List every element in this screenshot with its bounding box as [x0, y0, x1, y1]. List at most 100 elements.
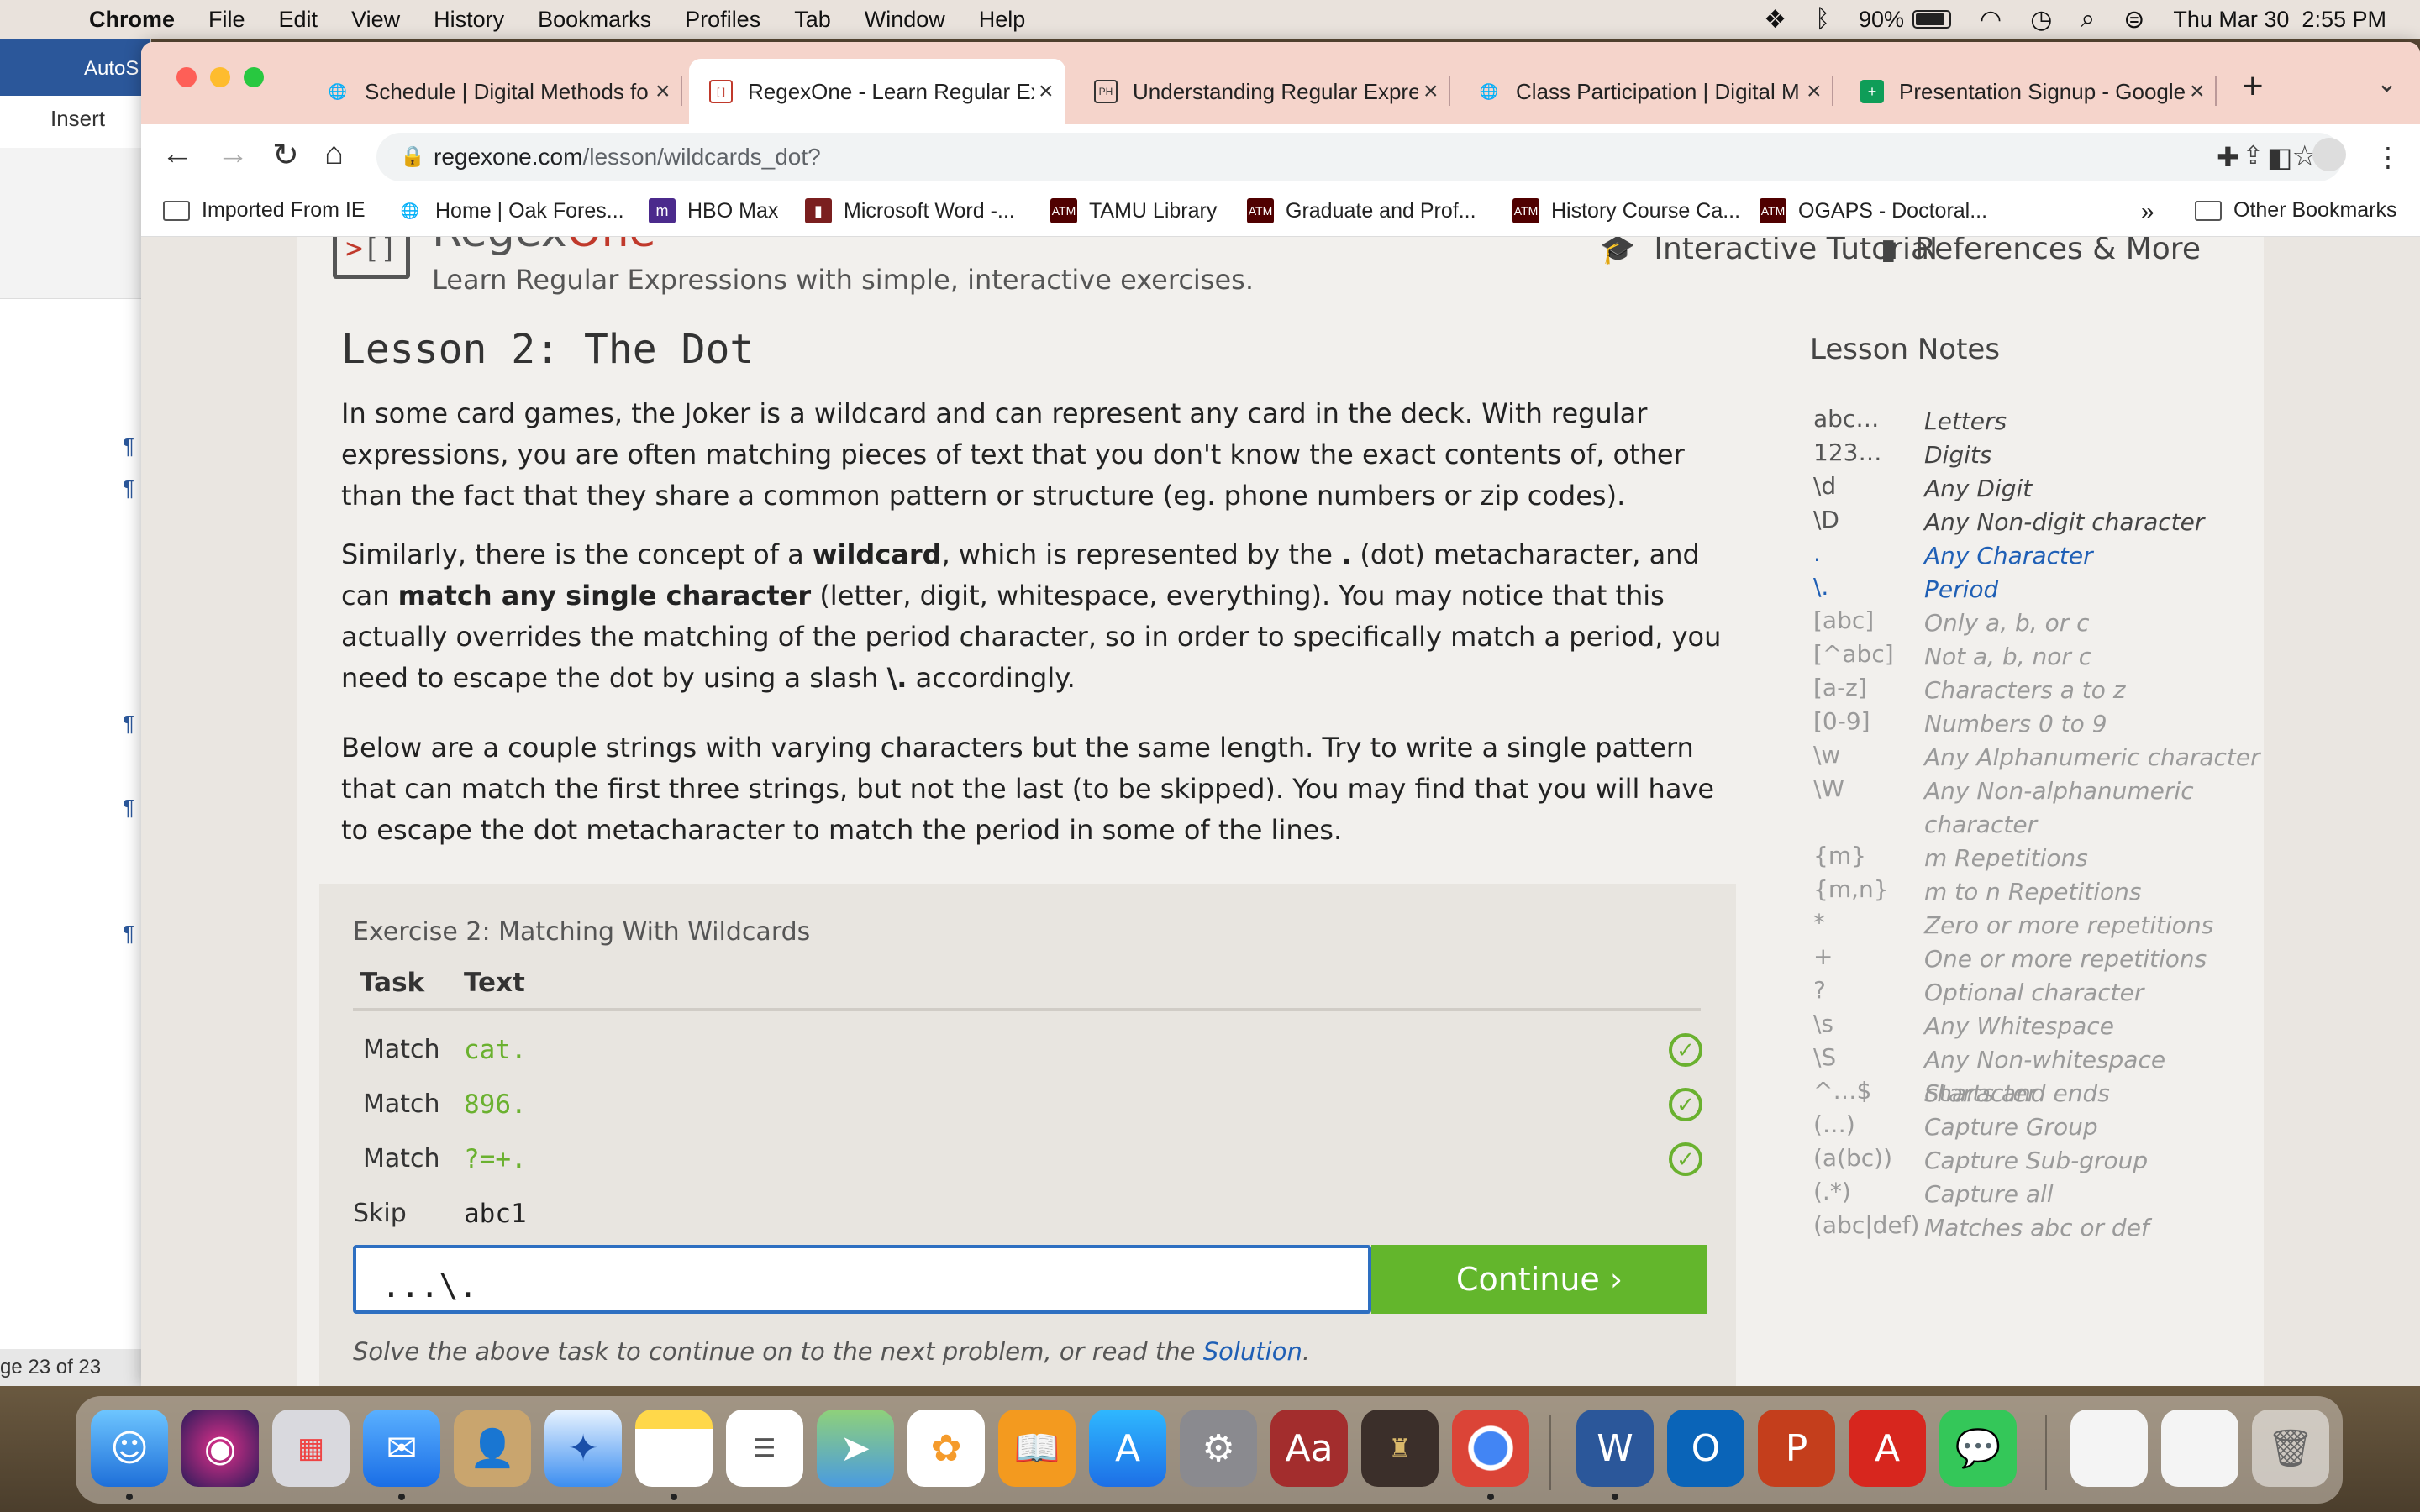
time-machine-icon[interactable]: ◷: [2030, 5, 2052, 34]
lesson-note-key: \s: [1813, 1010, 1834, 1037]
battery-status[interactable]: 90%: [1859, 7, 1952, 33]
powerpoint-icon[interactable]: P: [1758, 1410, 1835, 1487]
continue-button[interactable]: Continue ›: [1371, 1245, 1707, 1314]
bookmark-label: HBO Max: [687, 198, 779, 223]
forward-arrow-icon[interactable]: →: [217, 136, 249, 172]
bookmark-imported-from-ie[interactable]: Imported From IE: [163, 198, 366, 223]
dropbox-icon[interactable]: ❖: [1764, 5, 1786, 34]
close-tab-icon[interactable]: ×: [655, 77, 671, 106]
bookmark-other-bookmarks[interactable]: Other Bookmarks: [2195, 198, 2397, 223]
wifi-icon[interactable]: ◠: [1980, 5, 2002, 34]
chrome-menu-icon[interactable]: ⋮: [2375, 141, 2402, 173]
lock-icon[interactable]: 🔒: [400, 144, 425, 169]
home-icon[interactable]: ⌂: [324, 136, 344, 172]
tamu-icon: ATM: [1247, 198, 1274, 223]
tab-understanding-regex[interactable]: PH Understanding Regular Expre ×: [1074, 59, 1447, 124]
tab-presentation-signup[interactable]: + Presentation Signup - Google ×: [1840, 59, 2213, 124]
nav-label: References & More: [1914, 237, 2201, 266]
app-store-icon[interactable]: A: [1089, 1410, 1166, 1487]
messages-icon[interactable]: 💬: [1939, 1410, 2017, 1487]
tab-search-chevron-icon[interactable]: ⌄: [2376, 69, 2397, 98]
system-preferences-icon[interactable]: ⚙: [1180, 1410, 1257, 1487]
check-icon: ✓: [1669, 1033, 1702, 1067]
menu-view[interactable]: View: [351, 7, 400, 33]
minimize-window-button[interactable]: [210, 67, 230, 87]
bookmark-ogaps-doctoral[interactable]: ATM OGAPS - Doctoral...: [1760, 198, 1987, 223]
profile-avatar[interactable]: [2312, 138, 2346, 171]
lesson-note-key: \D: [1813, 506, 1839, 533]
regexone-page: >[] RegexOne Learn Regular Expressions w…: [297, 237, 2264, 1386]
menu-bookmarks[interactable]: Bookmarks: [538, 7, 651, 33]
menu-window[interactable]: Window: [865, 7, 945, 33]
contacts-icon[interactable]: 👤: [454, 1410, 531, 1487]
bookmark-graduate-professional[interactable]: ATM Graduate and Prof...: [1247, 198, 1476, 223]
check-icon: ✓: [1669, 1142, 1702, 1176]
menu-file[interactable]: File: [208, 7, 245, 33]
outlook-icon[interactable]: O: [1667, 1410, 1744, 1487]
close-tab-icon[interactable]: ×: [1039, 77, 1054, 106]
control-center-icon[interactable]: ⊜: [2123, 5, 2144, 34]
extensions-puzzle-icon[interactable]: ✚: [2217, 141, 2239, 173]
menu-tab[interactable]: Tab: [794, 7, 831, 33]
folder-icon: [2195, 200, 2222, 221]
mail-icon[interactable]: ✉: [363, 1410, 440, 1487]
zoom-window-button[interactable]: [244, 67, 264, 87]
maps-icon[interactable]: ➤: [817, 1410, 894, 1487]
lesson-note-value: Any Digit: [1924, 475, 2033, 502]
lesson-note-key: {m}: [1813, 842, 1866, 869]
address-url[interactable]: regexone.com/lesson/wildcards_dot?: [434, 144, 821, 171]
site-brand[interactable]: RegexOne: [432, 237, 656, 257]
menu-app-name[interactable]: Chrome: [89, 7, 175, 33]
nav-references[interactable]: ▮ References & More: [1881, 237, 2201, 266]
spotlight-search-icon[interactable]: ⌕: [2081, 5, 2095, 34]
tab-schedule[interactable]: 🌐 Schedule | Digital Methods fo ×: [306, 59, 679, 124]
trash-icon[interactable]: 🗑: [2252, 1410, 2329, 1487]
side-panel-icon[interactable]: ◧: [2267, 141, 2292, 173]
solution-link[interactable]: Solution: [1203, 1337, 1302, 1366]
minimized-document-thumbnail[interactable]: [2161, 1410, 2238, 1487]
bookmark-tamu-library[interactable]: ATM TAMU Library: [1050, 198, 1217, 223]
address-bar[interactable]: 🔒 regexone.com/lesson/wildcards_dot? ⇪ ☆: [376, 133, 2343, 181]
menu-help[interactable]: Help: [979, 7, 1026, 33]
regex-pattern-input[interactable]: [353, 1245, 1371, 1314]
books-icon[interactable]: 📖: [998, 1410, 1076, 1487]
menu-history[interactable]: History: [434, 7, 504, 33]
tamu-icon: ▮: [805, 198, 832, 223]
chrome-icon[interactable]: [1452, 1410, 1529, 1487]
back-arrow-icon[interactable]: ←: [161, 136, 193, 172]
bookmark-history-course-catalog[interactable]: ATM History Course Ca...: [1512, 198, 1740, 223]
tab-class-participation[interactable]: 🌐 Class Participation | Digital M ×: [1457, 59, 1830, 124]
word-icon[interactable]: W: [1576, 1410, 1654, 1487]
new-tab-plus-icon[interactable]: +: [2242, 66, 2264, 108]
dictionary-icon[interactable]: Aa: [1270, 1410, 1348, 1487]
safari-icon[interactable]: ✦: [544, 1410, 622, 1487]
acrobat-icon[interactable]: A: [1849, 1410, 1926, 1487]
medieval-ii-game-icon[interactable]: ♜: [1361, 1410, 1439, 1487]
menu-clock[interactable]: Thu Mar 30 2:55 PM: [2173, 7, 2386, 33]
lesson-note-key: .: [1813, 539, 1821, 567]
share-icon[interactable]: ⇪: [2243, 141, 2264, 171]
close-tab-icon[interactable]: ×: [2190, 77, 2205, 106]
menu-profiles[interactable]: Profiles: [685, 7, 760, 33]
bookmark-oak-forest[interactable]: 🌐 Home | Oak Fores...: [397, 198, 624, 223]
tab-regexone[interactable]: [ ] RegexOne - Learn Regular Ex ×: [689, 59, 1065, 124]
menu-edit[interactable]: Edit: [279, 7, 318, 33]
bookmark-microsoft-word[interactable]: ▮ Microsoft Word -...: [805, 198, 1015, 223]
regexone-logo-icon[interactable]: >[]: [333, 237, 410, 279]
close-window-button[interactable]: [176, 67, 197, 87]
bookmarks-overflow-chevron[interactable]: »: [2141, 198, 2154, 225]
reminders-icon[interactable]: ☰: [726, 1410, 803, 1487]
finder-icon[interactable]: ☺: [91, 1410, 168, 1487]
launchpad-icon[interactable]: ▦: [272, 1410, 350, 1487]
close-tab-icon[interactable]: ×: [1423, 77, 1439, 106]
word-tab-insert[interactable]: Insert: [50, 106, 105, 132]
bookmark-hbo-max[interactable]: m HBO Max: [649, 198, 778, 223]
bluetooth-icon[interactable]: ᛒ: [1815, 5, 1830, 34]
siri-icon[interactable]: ◉: [182, 1410, 259, 1487]
close-tab-icon[interactable]: ×: [1807, 77, 1822, 106]
word-window: AutoS Insert ¶ ¶ ¶ ¶ ¶ ge 23 of 23: [0, 39, 151, 1386]
minimized-document-thumbnail[interactable]: [2070, 1410, 2148, 1487]
photos-icon[interactable]: ✿: [908, 1410, 985, 1487]
notes-icon[interactable]: [635, 1410, 713, 1487]
reload-icon[interactable]: ↻: [272, 136, 299, 174]
